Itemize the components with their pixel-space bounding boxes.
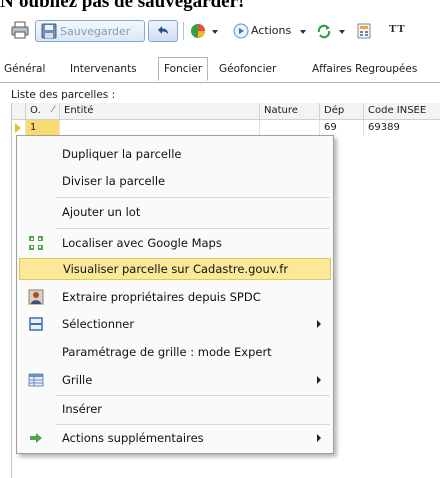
grid-header: O. ⁄ Entité Nature Dép Code INSEE (12, 103, 440, 120)
tab-affaires-regroupees[interactable]: Affaires Regroupées (312, 58, 417, 81)
toolbar-separator (183, 22, 184, 40)
menu-separator (56, 424, 330, 425)
menu-item-extraire-proprietaires[interactable]: Extraire propriétaires depuis SPDC (19, 286, 331, 308)
select-icon (29, 317, 43, 331)
locate-icon (29, 236, 43, 250)
calculator-button[interactable] (354, 20, 374, 42)
menu-separator (56, 197, 330, 198)
play-circle-icon (233, 23, 249, 39)
chevron-down-icon (300, 30, 306, 34)
menu-item-selectionner[interactable]: Sélectionner (19, 313, 331, 335)
submenu-arrow-icon (317, 320, 321, 328)
column-header-entite[interactable]: Entité (59, 103, 259, 119)
cell-dep[interactable]: 69 (319, 120, 363, 136)
sort-icon: ⁄ (52, 105, 54, 115)
submenu-arrow-icon (317, 434, 321, 442)
chart-dropdown-button[interactable] (188, 20, 224, 42)
pie-chart-icon (191, 24, 205, 38)
context-menu: Dupliquer la parcelle Diviser la parcell… (16, 135, 334, 454)
save-button[interactable]: Sauvegarder (35, 20, 145, 42)
toolbar: Sauvegarder Actions TT (0, 14, 440, 48)
print-button[interactable] (10, 20, 32, 42)
refresh-icon (317, 24, 331, 39)
menu-item-grille[interactable]: Grille (19, 369, 331, 391)
menu-item-ajouter-lot[interactable]: Ajouter un lot (19, 201, 331, 223)
parcel-list-title: Liste des parcelles : (11, 89, 116, 101)
menu-item-actions-supplementaires[interactable]: Actions supplémentaires (19, 427, 331, 449)
tab-general[interactable]: Général (4, 58, 45, 81)
printer-icon (11, 21, 29, 39)
menu-item-dupliquer[interactable]: Dupliquer la parcelle (19, 143, 331, 165)
refresh-dropdown-button[interactable] (313, 20, 351, 42)
floppy-icon (41, 23, 57, 39)
column-header-dep[interactable]: Dép (319, 103, 363, 119)
chevron-down-icon (212, 30, 218, 34)
calculator-icon (357, 23, 371, 39)
tab-intervenants[interactable]: Intervenants (70, 58, 137, 81)
cell-order[interactable]: 1 (25, 120, 59, 136)
cell-entite[interactable] (59, 120, 259, 136)
table-row[interactable]: 1 69 69389 (12, 120, 440, 136)
arrow-right-icon (30, 433, 42, 443)
menu-separator (56, 228, 330, 229)
menu-item-visualiser-cadastre[interactable]: Visualiser parcelle sur Cadastre.gouv.fr (19, 258, 331, 280)
menu-separator (56, 395, 330, 396)
menu-item-diviser[interactable]: Diviser la parcelle (19, 170, 331, 192)
chevron-down-icon (339, 30, 345, 34)
cell-nature[interactable] (259, 120, 319, 136)
tab-geofoncier[interactable]: Géofoncier (219, 58, 276, 81)
cell-code-insee[interactable]: 69389 (363, 120, 440, 136)
tab-bar: Général Intervenants Foncier Géofoncier … (0, 57, 440, 83)
grid-icon (28, 373, 44, 387)
menu-item-google-maps[interactable]: Localiser avec Google Maps (19, 232, 331, 254)
owner-icon (28, 289, 44, 305)
column-header-order[interactable]: O. ⁄ (25, 103, 59, 119)
column-header-nature[interactable]: Nature (259, 103, 319, 119)
column-header-code-insee[interactable]: Code INSEE (363, 103, 440, 119)
tab-foncier[interactable]: Foncier (158, 57, 209, 81)
undo-icon (158, 26, 168, 34)
submenu-arrow-icon (317, 376, 321, 384)
row-indicator-icon (15, 123, 21, 133)
text-format-button[interactable]: TT (385, 20, 440, 42)
undo-button[interactable] (148, 20, 178, 42)
text-format-label: TT (389, 23, 406, 35)
actions-label: Actions (251, 24, 292, 37)
reminder-heading: N'oubliez pas de sauvegarder! (0, 0, 245, 12)
menu-item-parametrage-grille[interactable]: Paramétrage de grille : mode Expert (19, 341, 331, 363)
menu-item-inserer[interactable]: Insérer (19, 398, 331, 420)
actions-dropdown-button[interactable]: Actions (230, 20, 308, 42)
save-label: Sauvegarder (60, 25, 131, 38)
